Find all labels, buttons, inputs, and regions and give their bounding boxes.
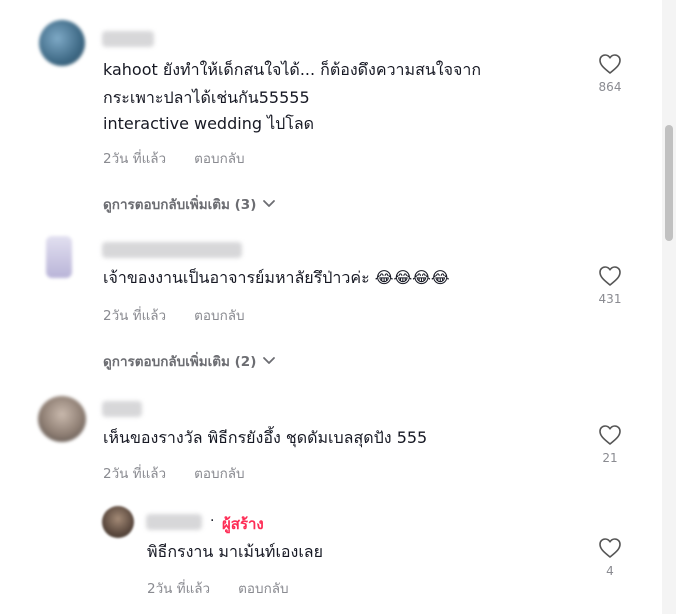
reply-timestamp: 2วัน ที่แล้ว [147,581,211,597]
reply-button[interactable]: ตอบกลับ [194,147,244,169]
view-more-replies-button[interactable]: ดูการตอบกลับเพิ่มเติม (2) [103,350,276,372]
heart-icon [599,54,621,74]
avatar[interactable] [102,506,134,538]
like-count: 431 [598,292,622,306]
like-count: 864 [598,80,622,94]
like-button[interactable]: 21 [585,424,635,465]
creator-badge: ผู้สร้าง [222,515,264,533]
reply-text: พิธีกรงาน มาเม้นท์เองเลย [147,542,323,561]
like-count: 21 [602,451,618,465]
like-button[interactable]: 431 [585,265,635,306]
like-button[interactable]: 4 [585,537,635,578]
chevron-down-icon [263,357,276,364]
comment-meta: 2วัน ที่แล้ว ตอบกลับ [103,462,245,484]
comment-timestamp: 2วัน ที่แล้ว [103,466,167,482]
comment-author-name[interactable] [102,31,154,47]
view-more-replies-button[interactable]: ดูการตอบกลับเพิ่มเติม (3) [103,193,276,215]
comment-text-line: กระเพาะปลาได้เช่นกัน55555 [103,88,310,107]
like-count: 4 [606,564,614,578]
view-more-replies-label: ดูการตอบกลับเพิ่มเติม (3) [103,197,257,213]
scrollbar-thumb[interactable] [665,125,673,241]
chevron-down-icon [263,200,276,207]
reply-button[interactable]: ตอบกลับ [194,462,244,484]
comment-meta: 2วัน ที่แล้ว ตอบกลับ [103,304,245,326]
comment-author-name[interactable] [102,401,142,417]
avatar[interactable] [38,396,86,442]
heart-icon [599,266,621,286]
comment-author-name[interactable] [102,242,242,258]
reply-button[interactable]: ตอบกลับ [238,577,288,599]
view-more-replies-label: ดูการตอบกลับเพิ่มเติม (2) [103,354,257,370]
separator-dot: · [210,513,215,529]
comment-text-line: interactive wedding ไปโลด [103,114,315,133]
reply-meta: 2วัน ที่แล้ว ตอบกลับ [147,577,289,599]
heart-icon [599,425,621,445]
comment-meta: 2วัน ที่แล้ว ตอบกลับ [103,147,245,169]
comment-timestamp: 2วัน ที่แล้ว [103,151,167,167]
comment-text-line: เห็นของรางวัล พิธีกรยังอึ้ง ชุดดัมเบลสุด… [103,428,428,447]
comment-text-line: kahoot ยังทำให้เด็กสนใจได้... ก็ต้องดึงค… [103,60,482,79]
comment-timestamp: 2วัน ที่แล้ว [103,308,167,324]
heart-icon [599,538,621,558]
reply-button[interactable]: ตอบกลับ [194,304,244,326]
like-button[interactable]: 864 [585,53,635,94]
avatar[interactable] [39,20,85,66]
scrollbar-track[interactable] [662,0,676,614]
comment-text-line: เจ้าของงานเป็นอาจารย์มหาลัยรึป่าวค่ะ 😂😂😂… [103,268,450,287]
reply-author-name[interactable] [146,514,202,530]
avatar[interactable] [46,236,72,278]
